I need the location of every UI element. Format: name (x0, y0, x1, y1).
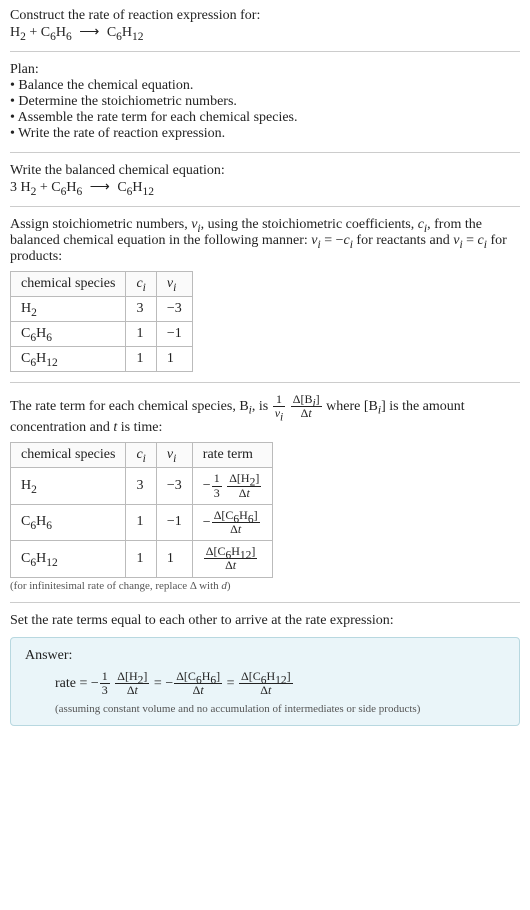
cell-ci: 3 (126, 468, 156, 504)
cell-species: C6H6 (11, 504, 126, 540)
table-row: C6H6 1 −1 (11, 322, 193, 347)
cell-ci: 1 (126, 541, 156, 577)
table-row: H2 3 −3 −13 Δ[H2]Δt (11, 468, 273, 504)
divider (10, 51, 520, 52)
construct-title: Construct the rate of reaction expressio… (10, 8, 520, 24)
th-species: chemical species (11, 443, 126, 468)
plan-item: • Determine the stoichiometric numbers. (10, 94, 520, 110)
balance-title: Write the balanced chemical equation: (10, 163, 520, 179)
cell-species: H2 (11, 297, 126, 322)
intro-frac-group: 1νi Δ[Bi]Δt (272, 399, 323, 414)
table-row: H2 3 −3 (11, 297, 193, 322)
divider (10, 382, 520, 383)
table-row: C6H6 1 −1 −Δ[C6H6]Δt (11, 504, 273, 540)
plan-item: • Balance the chemical equation. (10, 78, 520, 94)
cell-vi: 1 (156, 347, 192, 372)
plan-item: • Write the rate of reaction expression. (10, 126, 520, 142)
cell-species: H2 (11, 468, 126, 504)
plan-item: • Assemble the rate term for each chemic… (10, 110, 520, 126)
balance-equation: 3 H2 + C6H6 ⟶ C6H12 (10, 179, 520, 196)
answer-rate: rate = −13 Δ[H2]Δt = −Δ[C6H6]Δt = Δ[C6H1… (55, 670, 505, 697)
rateterm-note: (for infinitesimal rate of change, repla… (10, 580, 520, 592)
frac-dbi-dt: Δ[Bi]Δt (291, 393, 322, 420)
th-ci: ci (126, 443, 156, 468)
stoich-section: Assign stoichiometric numbers, νi, using… (10, 217, 520, 372)
divider (10, 602, 520, 603)
rateterm-intro: The rate term for each chemical species,… (10, 393, 520, 436)
cell-vi: −3 (156, 297, 192, 322)
setequal-section: Set the rate terms equal to each other t… (10, 613, 520, 726)
cell-species: C6H12 (11, 347, 126, 372)
frac-1-over-vi: 1νi (273, 393, 286, 420)
cell-vi: −1 (156, 322, 192, 347)
th-vi: νi (156, 443, 192, 468)
cell-species: C6H6 (11, 322, 126, 347)
plan-section: Plan: • Balance the chemical equation. •… (10, 62, 520, 142)
th-rate: rate term (192, 443, 273, 468)
intro-text: where [B (323, 399, 378, 414)
cell-ci: 1 (126, 347, 156, 372)
th-ci: ci (126, 272, 156, 297)
answer-label: Answer: (25, 648, 505, 664)
stoich-intro: Assign stoichiometric numbers, νi, using… (10, 217, 520, 265)
answer-note: (assuming constant volume and no accumul… (55, 703, 505, 715)
cell-vi: 1 (156, 541, 192, 577)
cell-vi: −1 (156, 504, 192, 540)
rateterm-table: chemical species ci νi rate term H2 3 −3… (10, 442, 273, 577)
cell-rate: Δ[C6H12]Δt (192, 541, 273, 577)
setequal-title: Set the rate terms equal to each other t… (10, 613, 520, 629)
cell-ci: 3 (126, 297, 156, 322)
plan-title: Plan: (10, 62, 520, 78)
cell-species: C6H12 (11, 541, 126, 577)
answer-box: Answer: rate = −13 Δ[H2]Δt = −Δ[C6H6]Δt … (10, 637, 520, 726)
table-row: C6H12 1 1 (11, 347, 193, 372)
intro-text: , is (252, 399, 272, 414)
cell-vi: −3 (156, 468, 192, 504)
divider (10, 206, 520, 207)
table-row: C6H12 1 1 Δ[C6H12]Δt (11, 541, 273, 577)
cell-ci: 1 (126, 322, 156, 347)
stoich-table: chemical species ci νi H2 3 −3 C6H6 1 −1… (10, 271, 193, 372)
th-species: chemical species (11, 272, 126, 297)
cell-rate: −13 Δ[H2]Δt (192, 468, 273, 504)
table-header-row: chemical species ci νi (11, 272, 193, 297)
th-vi: νi (156, 272, 192, 297)
intro-text: The rate term for each chemical species,… (10, 399, 249, 414)
cell-rate: −Δ[C6H6]Δt (192, 504, 273, 540)
cell-ci: 1 (126, 504, 156, 540)
table-header-row: chemical species ci νi rate term (11, 443, 273, 468)
intro-text: is time: (117, 420, 162, 435)
divider (10, 152, 520, 153)
construct-equation: H2 + C6H6 ⟶ C6H12 (10, 24, 520, 41)
rateterm-section: The rate term for each chemical species,… (10, 393, 520, 592)
construct-section: Construct the rate of reaction expressio… (10, 8, 520, 41)
balance-section: Write the balanced chemical equation: 3 … (10, 163, 520, 196)
